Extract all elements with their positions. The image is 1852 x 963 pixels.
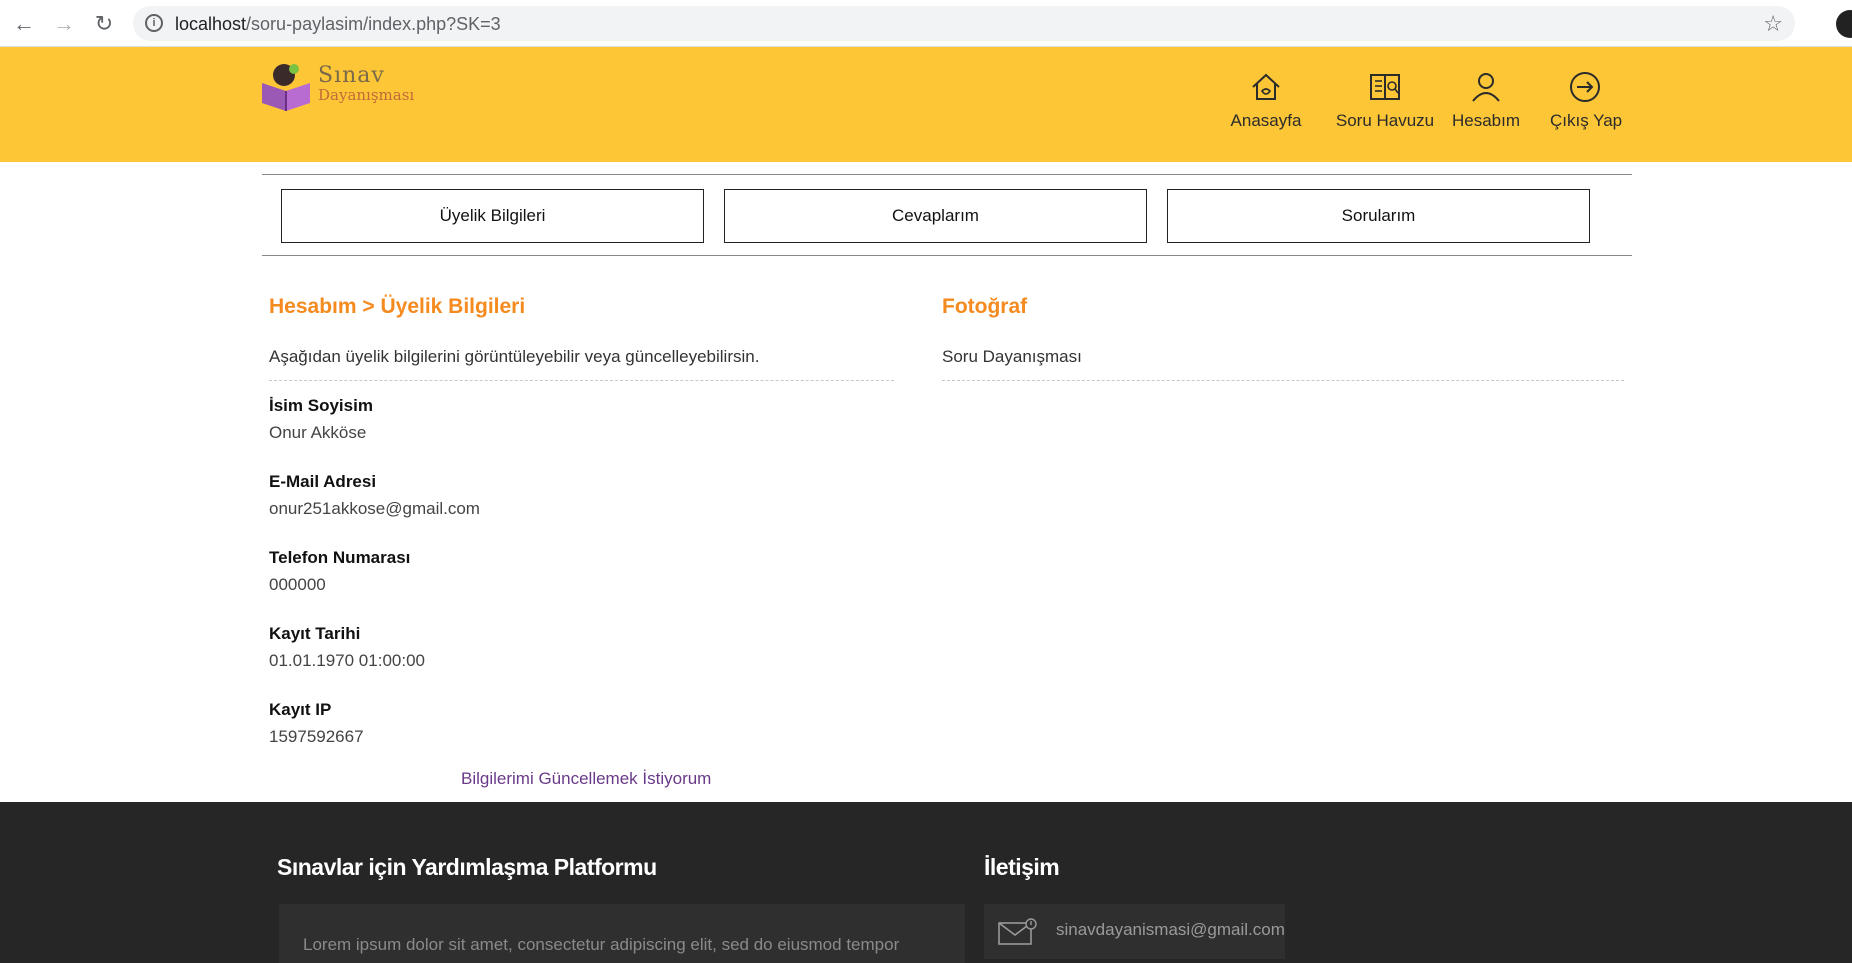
account-section-title: Hesabım > Üyelik Bilgileri: [269, 295, 526, 318]
footer-contact-email[interactable]: sinavdayanismasi@gmail.com: [1056, 920, 1285, 940]
photo-section-title: Fotoğraf: [942, 295, 1028, 318]
site-info-icon[interactable]: i: [145, 14, 163, 32]
footer-contact-title: İletişim: [984, 854, 1060, 880]
nav-question-pool-label: Soru Havuzu: [1335, 111, 1435, 130]
forward-arrow-icon[interactable]: →: [51, 11, 77, 37]
url-host: localhost: [175, 14, 247, 34]
account-divider: [269, 380, 894, 381]
mail-icon: [998, 918, 1037, 945]
url-text: localhost/soru-paylasim/index.php?SK=3: [175, 14, 501, 35]
field-name-value: Onur Akköse: [269, 423, 367, 442]
field-register-ip-value: 1597592667: [269, 727, 364, 746]
field-register-date-value: 01.01.1970 01:00:00: [269, 651, 425, 670]
tab-my-answers[interactable]: Cevaplarım: [724, 189, 1147, 243]
field-phone-label: Telefon Numarası: [269, 548, 411, 567]
logo-title: Sınav: [318, 63, 385, 88]
profile-avatar[interactable]: [1836, 10, 1852, 38]
url-path: /soru-paylasim/index.php?SK=3: [246, 14, 501, 34]
field-register-ip-label: Kayıt IP: [269, 700, 332, 719]
book-icon: [1370, 74, 1400, 100]
nav-logout[interactable]: Çıkış Yap: [1550, 69, 1623, 131]
footer-about-box: Lorem ipsum dolor sit amet, consectetur …: [279, 904, 965, 963]
tab-bottom-divider: [262, 255, 1632, 256]
field-email-label: E-Mail Adresi: [269, 472, 377, 491]
field-name-label: İsim Soyisim: [269, 396, 373, 415]
field-phone-value: 000000: [269, 575, 326, 594]
update-info-link[interactable]: Bilgilerimi Güncellemek İstiyorum: [461, 769, 711, 789]
field-email-value: onur251akkose@gmail.com: [269, 499, 480, 518]
photo-divider: [942, 380, 1624, 381]
home-icon: [1252, 73, 1280, 100]
footer-about-title: Sınavlar için Yardımlaşma Platformu: [277, 854, 657, 880]
nav-logout-label: Çıkış Yap: [1550, 111, 1623, 130]
site-header: Sınav Dayanışması Anasayfa Soru Havuzu H…: [0, 47, 1852, 162]
photo-description: Soru Dayanışması: [942, 347, 1082, 366]
account-description: Aşağıdan üyelik bilgilerini görüntüleyeb…: [269, 347, 760, 366]
browser-toolbar: ← → ↻ i localhost/soru-paylasim/index.ph…: [0, 0, 1852, 47]
logo-subtitle: Dayanışması: [318, 86, 415, 104]
footer-contact-box[interactable]: sinavdayanismasi@gmail.com: [984, 904, 1285, 959]
site-footer: Sınavlar için Yardımlaşma Platformu Lore…: [0, 802, 1852, 963]
footer-about-text: Lorem ipsum dolor sit amet, consectetur …: [303, 935, 900, 954]
nav-account-label: Hesabım: [1451, 111, 1521, 130]
back-arrow-icon[interactable]: ←: [11, 11, 37, 37]
field-register-date-label: Kayıt Tarihi: [269, 624, 361, 643]
nav-question-pool[interactable]: Soru Havuzu: [1322, 69, 1448, 131]
user-icon: [1472, 73, 1500, 102]
reload-icon[interactable]: ↻: [91, 11, 117, 37]
tab-top-divider: [262, 174, 1632, 175]
nav-home-label: Anasayfa: [1230, 111, 1302, 130]
bookmark-star-icon[interactable]: ☆: [1763, 11, 1783, 37]
nav-home[interactable]: Anasayfa: [1220, 69, 1312, 131]
address-bar[interactable]: i localhost/soru-paylasim/index.php?SK=3…: [133, 6, 1795, 41]
logout-icon: [1570, 72, 1600, 102]
nav-account[interactable]: Hesabım: [1450, 69, 1522, 131]
site-logo[interactable]: Sınav Dayanışması: [258, 59, 433, 119]
tab-my-questions[interactable]: Sorularım: [1167, 189, 1590, 243]
logo-book-icon: [262, 64, 310, 111]
tab-membership-info[interactable]: Üyelik Bilgileri: [281, 189, 704, 243]
